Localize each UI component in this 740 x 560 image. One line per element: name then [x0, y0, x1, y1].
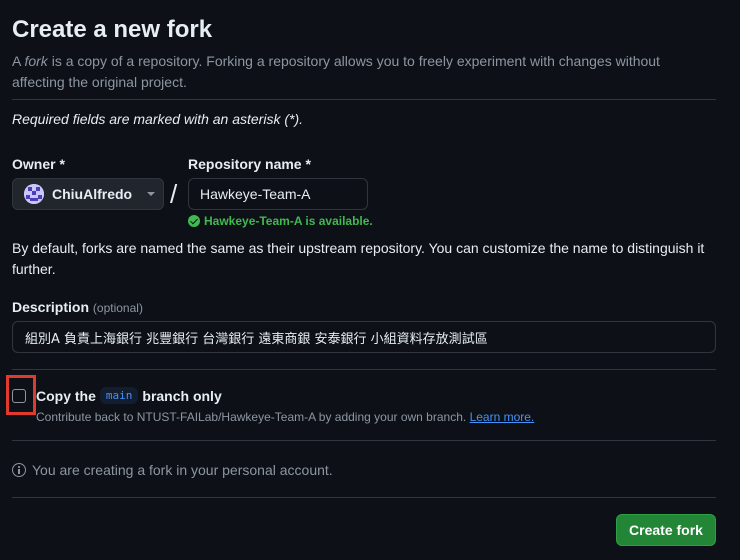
copy-branch-label[interactable]: Copy the main branch only — [36, 387, 222, 404]
availability-text: Hawkeye-Team-A is available. — [204, 214, 373, 228]
copy-branch-help-text: Contribute back to NTUST-FAILab/Hawkeye-… — [36, 410, 467, 424]
required-fields-note: Required fields are marked with an aster… — [12, 111, 304, 127]
owner-dropdown[interactable]: ChiuAlfredo — [12, 178, 164, 210]
fork-form-page: Create a new fork A fork is a copy of a … — [6, 0, 716, 560]
description-label-text: Description — [12, 299, 90, 315]
info-text: You are creating a fork in your personal… — [32, 462, 333, 478]
learn-more-link[interactable]: Learn more. — [470, 410, 535, 424]
divider-top — [12, 99, 716, 100]
owner-name: ChiuAlfredo — [52, 186, 133, 202]
divider-bottom — [12, 497, 716, 498]
copy-branch-label-prefix: Copy the — [36, 387, 96, 404]
check-circle-icon — [188, 215, 200, 227]
optional-hint: (optional) — [92, 301, 143, 315]
subtitle-emphasis: fork — [24, 53, 48, 69]
subtitle-prefix: A — [12, 53, 25, 69]
divider-middle — [12, 369, 716, 370]
divider-info-top — [12, 440, 716, 441]
owner-label: Owner * — [12, 156, 65, 172]
description-label: Description (optional) — [12, 299, 143, 315]
chevron-down-icon — [147, 192, 155, 196]
subtitle-rest: is a copy of a repository. Forking a rep… — [12, 53, 660, 90]
page-subtitle: A fork is a copy of a repository. Forkin… — [12, 51, 712, 93]
copy-branch-help: Contribute back to NTUST-FAILab/Hawkeye-… — [36, 410, 534, 424]
description-input[interactable] — [12, 321, 716, 353]
create-fork-button[interactable]: Create fork — [616, 514, 716, 546]
default-name-note: By default, forks are named the same as … — [12, 240, 705, 277]
copy-main-branch-checkbox[interactable] — [12, 389, 26, 403]
branch-name-code: main — [99, 387, 139, 404]
info-icon — [12, 463, 26, 477]
repository-name-label: Repository name * — [188, 156, 311, 172]
copy-branch-label-suffix: branch only — [142, 387, 222, 404]
owner-repo-separator: / — [170, 179, 178, 209]
avatar — [24, 184, 44, 204]
repository-name-input[interactable] — [188, 178, 368, 210]
page-title: Create a new fork — [12, 16, 213, 43]
availability-status: Hawkeye-Team-A is available. — [188, 214, 373, 228]
personal-account-info: You are creating a fork in your personal… — [12, 462, 333, 478]
